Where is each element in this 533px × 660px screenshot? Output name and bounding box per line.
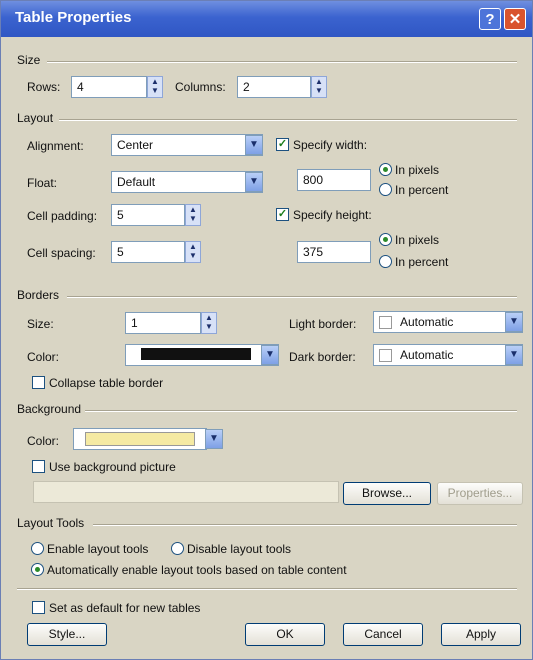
width-in-pixels-label: In pixels (395, 163, 440, 177)
height-in-percent-label: In percent (395, 255, 449, 269)
set-as-default-label: Set as default for new tables (49, 601, 201, 615)
light-border-swatch (379, 316, 392, 330)
background-color-dropdown-arrow-icon[interactable]: ▼ (205, 429, 223, 449)
cell-spacing-spinner-arrows-icon[interactable]: ▲ ▼ (185, 241, 201, 263)
columns-spinner-arrows-icon[interactable]: ▲ ▼ (311, 76, 327, 98)
disable-layout-tools-radio[interactable] (171, 542, 184, 555)
specify-width-checkbox[interactable]: ✓ (276, 138, 289, 151)
float-dropdown-arrow-icon[interactable]: ▼ (245, 172, 263, 192)
border-size-label: Size: (27, 317, 54, 331)
browse-button[interactable]: Browse... (343, 482, 431, 505)
dark-border-select[interactable]: Automatic (373, 344, 523, 366)
layout-divider (59, 119, 517, 121)
border-color-dropdown-arrow-icon[interactable]: ▼ (261, 345, 279, 365)
height-in-pixels-radio[interactable] (379, 233, 392, 246)
set-as-default-checkbox[interactable] (32, 601, 45, 614)
cell-spacing-label: Cell spacing: (27, 246, 96, 260)
disable-layout-tools-label: Disable layout tools (187, 542, 292, 556)
height-in-percent-radio[interactable] (379, 255, 392, 268)
cell-spacing-input[interactable]: 5 (111, 241, 185, 263)
dark-border-value: Automatic (400, 348, 454, 362)
dialog-title: Table Properties (15, 9, 132, 26)
cell-padding-label: Cell padding: (27, 209, 98, 223)
rows-input[interactable]: 4 (71, 76, 147, 98)
cancel-button[interactable]: Cancel (343, 623, 423, 646)
alignment-dropdown-arrow-icon[interactable]: ▼ (245, 135, 263, 155)
alignment-label: Alignment: (27, 139, 84, 153)
close-icon[interactable]: ✕ (504, 8, 526, 30)
columns-input[interactable]: 2 (237, 76, 311, 98)
width-in-percent-radio[interactable] (379, 183, 392, 196)
footer-divider (17, 588, 517, 590)
background-section-label: Background (17, 402, 82, 416)
light-border-select[interactable]: Automatic (373, 311, 523, 333)
rows-spinner-arrows-icon[interactable]: ▲ ▼ (147, 76, 163, 98)
border-color-picker[interactable] (125, 344, 279, 366)
float-select[interactable]: Default (111, 171, 263, 193)
properties-button[interactable]: Properties... (437, 482, 523, 505)
specify-height-label: Specify height: (293, 208, 372, 222)
cell-padding-spinner-arrows-icon[interactable]: ▲ ▼ (185, 204, 201, 226)
border-color-label: Color: (27, 350, 60, 364)
auto-layout-tools-label: Automatically enable layout tools based … (47, 563, 347, 577)
height-input[interactable]: 375 (297, 241, 371, 263)
width-in-pixels-radio[interactable] (379, 163, 392, 176)
background-divider (85, 410, 517, 412)
specify-height-checkbox[interactable]: ✓ (276, 208, 289, 221)
size-divider (47, 61, 517, 63)
float-label: Float: (27, 176, 58, 190)
ok-button[interactable]: OK (245, 623, 325, 646)
title-bar[interactable]: Table Properties ? ✕ (1, 1, 532, 37)
collapse-border-checkbox[interactable] (32, 376, 45, 389)
dark-border-dropdown-arrow-icon[interactable]: ▼ (505, 345, 523, 365)
cell-padding-input[interactable]: 5 (111, 204, 185, 226)
borders-section-label: Borders (17, 288, 60, 302)
enable-layout-tools-radio[interactable] (31, 542, 44, 555)
light-border-dropdown-arrow-icon[interactable]: ▼ (505, 312, 523, 332)
specify-width-label: Specify width: (293, 138, 368, 152)
background-picture-path-input[interactable] (33, 481, 339, 503)
borders-divider (67, 296, 517, 298)
border-size-input[interactable]: 1 (125, 312, 201, 334)
auto-layout-tools-radio[interactable] (31, 563, 44, 576)
height-in-pixels-label: In pixels (395, 233, 440, 247)
rows-label: Rows: (27, 80, 61, 94)
width-input[interactable]: 800 (297, 169, 371, 191)
layout-tools-section-label: Layout Tools (17, 516, 85, 530)
background-color-label: Color: (27, 434, 60, 448)
table-properties-dialog: Table Properties ? ✕ Size Rows: 4 ▲ ▼ Col… (0, 0, 533, 660)
background-color-picker[interactable] (73, 428, 207, 450)
light-border-label: Light border: (289, 317, 357, 331)
layout-tools-divider (93, 524, 517, 526)
help-icon[interactable]: ? (479, 8, 501, 30)
dark-border-label: Dark border: (289, 350, 356, 364)
layout-section-label: Layout (17, 111, 54, 125)
dark-border-swatch (379, 349, 392, 363)
border-color-swatch (141, 348, 251, 360)
size-section-label: Size (17, 53, 41, 67)
width-in-percent-label: In percent (395, 183, 449, 197)
light-border-value: Automatic (400, 315, 454, 329)
border-size-spinner-arrows-icon[interactable]: ▲ ▼ (201, 312, 217, 334)
columns-label: Columns: (175, 80, 226, 94)
enable-layout-tools-label: Enable layout tools (47, 542, 149, 556)
alignment-select[interactable]: Center (111, 134, 263, 156)
style-button[interactable]: Style... (27, 623, 107, 646)
apply-button[interactable]: Apply (441, 623, 521, 646)
background-color-swatch (85, 432, 195, 446)
collapse-border-label: Collapse table border (49, 376, 164, 390)
use-background-picture-checkbox[interactable] (32, 460, 45, 473)
use-background-picture-label: Use background picture (49, 460, 176, 474)
